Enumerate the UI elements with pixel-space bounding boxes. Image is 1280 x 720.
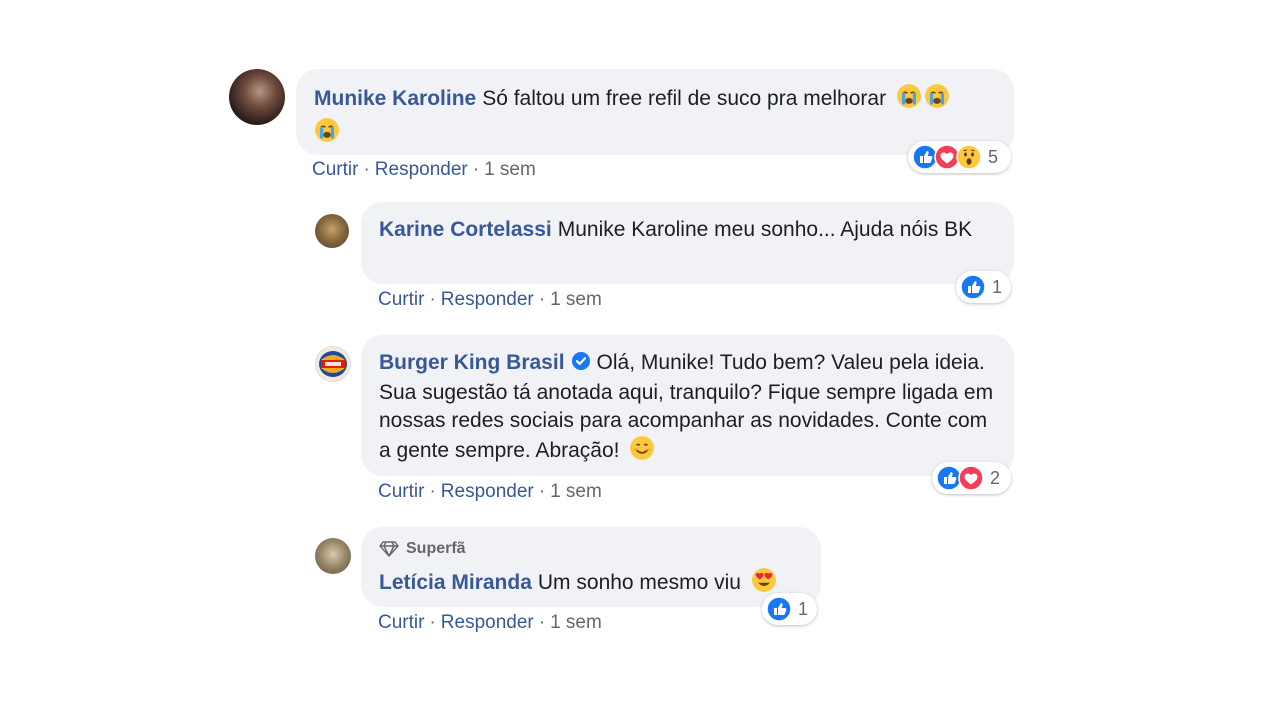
separator: ·: [538, 481, 546, 502]
reactions-summary[interactable]: 5: [908, 141, 1011, 173]
timestamp[interactable]: 1 sem: [484, 159, 536, 180]
comment-text: Só faltou um free refil de suco pra melh…: [482, 87, 887, 110]
timestamp[interactable]: 1 sem: [550, 612, 602, 633]
separator: ·: [429, 481, 436, 502]
comment-actions: Curtir · Responder · 1 sem: [312, 159, 536, 181]
diamond-icon: [379, 541, 399, 557]
comment-bubble: Munike Karoline Só faltou um free refil d…: [296, 69, 1014, 155]
like-icon: [960, 274, 986, 300]
love-icon: [958, 465, 984, 491]
comment-actions: Curtir · Responder · 1 sem: [378, 481, 602, 503]
reaction-count: 2: [990, 467, 1001, 488]
comment-bubble: Burger King Brasil Olá, Munike! Tudo bem?…: [361, 335, 1014, 476]
reply-button[interactable]: Responder: [441, 612, 534, 633]
avatar[interactable]: [315, 538, 351, 574]
reaction-count: 1: [992, 276, 1003, 297]
comment-text: Um sonho mesmo viu: [537, 571, 741, 594]
burger-king-logo-icon: [319, 351, 347, 377]
reaction-count: 5: [988, 146, 999, 167]
comment-actions: Curtir · Responder · 1 sem: [378, 612, 602, 634]
separator: ·: [538, 289, 546, 310]
comment-author[interactable]: Munike Karoline: [314, 87, 476, 110]
reply-button[interactable]: Responder: [441, 481, 534, 502]
comment-author[interactable]: Letícia Miranda: [379, 571, 532, 594]
loudly-crying-emoji-icon: [923, 82, 951, 117]
loudly-crying-emoji-icon: [313, 116, 341, 151]
comment-author[interactable]: Burger King Brasil: [379, 351, 565, 374]
loudly-crying-emoji-icon: [895, 82, 923, 117]
verified-badge-icon: [571, 351, 591, 379]
badge-label: Superfã: [406, 540, 466, 557]
reply-button[interactable]: Responder: [375, 159, 468, 180]
avatar[interactable]: [315, 346, 351, 382]
like-button[interactable]: Curtir: [378, 612, 424, 633]
comment-bubble: Karine Cortelassi Munike Karoline meu son…: [361, 202, 1014, 284]
comment-bubble: Superfã Letícia Miranda Um sonho mesmo vi…: [361, 527, 821, 607]
comment-actions: Curtir · Responder · 1 sem: [378, 289, 602, 311]
avatar[interactable]: [229, 69, 285, 125]
wow-icon: [956, 144, 982, 170]
reactions-summary[interactable]: 1: [956, 271, 1011, 303]
separator: ·: [472, 159, 480, 180]
separator: ·: [538, 612, 546, 633]
separator: ·: [429, 289, 436, 310]
comment-text: Munike Karoline meu sonho... Ajuda nóis …: [557, 218, 973, 241]
reaction-count: 1: [798, 598, 809, 619]
timestamp[interactable]: 1 sem: [550, 289, 602, 310]
separator: ·: [363, 159, 370, 180]
avatar[interactable]: [315, 214, 349, 248]
like-button[interactable]: Curtir: [378, 289, 424, 310]
reply-button[interactable]: Responder: [441, 289, 534, 310]
smiling-emoji-icon: [629, 435, 655, 469]
comment-author[interactable]: Karine Cortelassi: [379, 218, 552, 241]
separator: ·: [429, 612, 436, 633]
superfan-badge: Superfã: [379, 535, 803, 563]
like-button[interactable]: Curtir: [312, 159, 358, 180]
reactions-summary[interactable]: 2: [932, 462, 1011, 494]
timestamp[interactable]: 1 sem: [550, 481, 602, 502]
like-icon: [766, 596, 792, 622]
like-button[interactable]: Curtir: [378, 481, 424, 502]
reactions-summary[interactable]: 1: [762, 593, 817, 625]
